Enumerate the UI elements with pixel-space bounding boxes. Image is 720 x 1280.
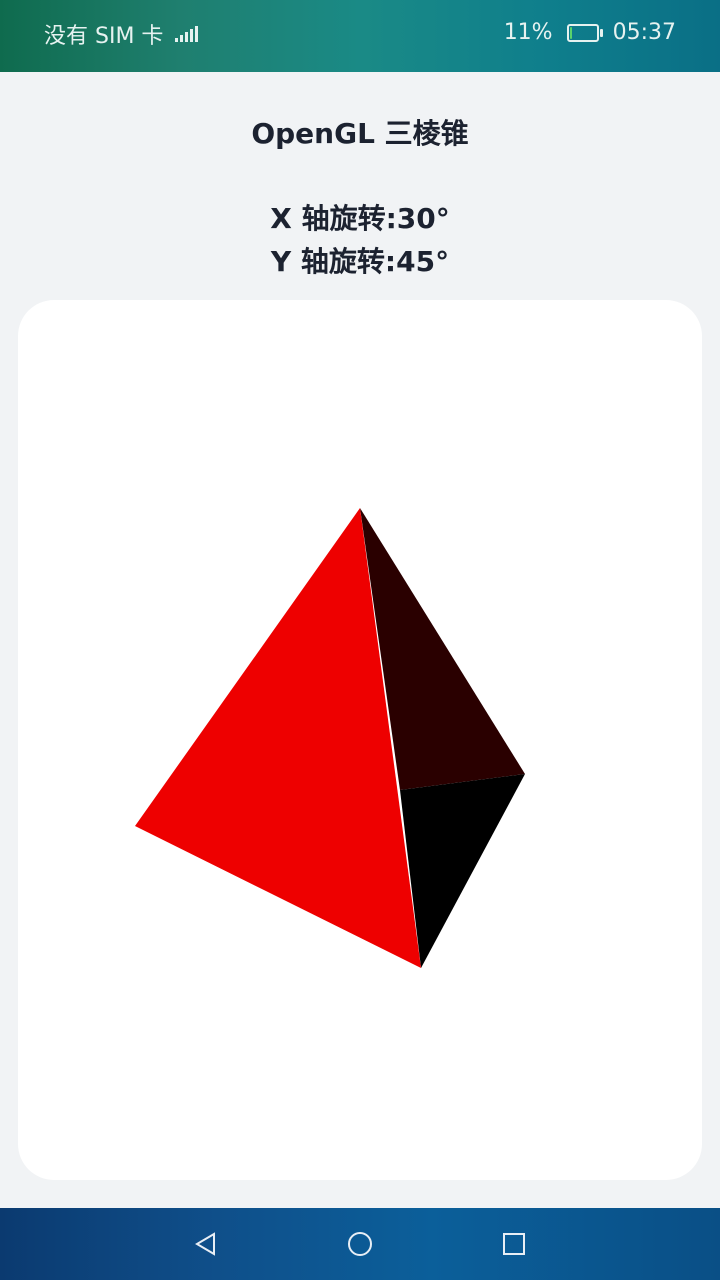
y-rotation-label: Y 轴旋转:45° — [270, 245, 450, 278]
carrier-text: 没有 SIM 卡 — [44, 24, 164, 49]
pyramid-face-bottom — [400, 774, 525, 968]
gl-canvas[interactable] — [18, 300, 702, 1180]
page-title: OpenGL 三棱锥 — [251, 117, 469, 150]
x-rotation-label: X 轴旋转:30° — [270, 202, 450, 235]
status-right: 11% 05:37 — [504, 20, 676, 45]
clock-time: 05:37 — [612, 20, 676, 45]
signal-icon — [173, 24, 199, 44]
battery-level — [569, 26, 573, 39]
navigation-bar — [0, 1208, 720, 1280]
battery-percent: 11% — [503, 20, 553, 45]
status-bar: 没有 SIM 卡 11% 05:37 — [0, 0, 720, 72]
home-icon[interactable] — [344, 1228, 376, 1260]
status-left: 没有 SIM 卡 — [44, 18, 199, 50]
recents-icon[interactable] — [498, 1228, 530, 1260]
battery-icon — [566, 23, 603, 42]
pyramid-render — [135, 508, 525, 968]
back-icon[interactable] — [190, 1228, 222, 1260]
